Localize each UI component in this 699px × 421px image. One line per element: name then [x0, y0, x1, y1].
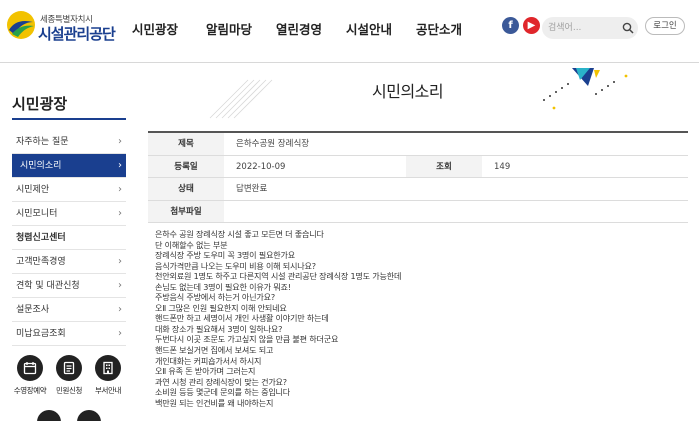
post-status: 답변완료 [236, 184, 268, 194]
date-header: 등록일 [148, 155, 224, 177]
body-line: 두번다시 이곳 조문도 가고싶지 않을 만큼 불편 하더군요 [155, 334, 339, 345]
document-icon [56, 355, 82, 381]
body-line: 대화 장소가 필요해서 3명이 일하나요? [155, 323, 283, 334]
body-line: 핸드폰만 하고 세명이서 개인 사생활 이야기만 하는데 [155, 313, 329, 324]
sidebar-item-label: 고객만족경영 [16, 257, 66, 267]
youtube-icon[interactable]: ▶ [523, 17, 540, 34]
logo-mark-icon [7, 11, 35, 39]
body-line: 오Ⅱ 그많은 인원 필요한지 이해 안되네요 [155, 302, 287, 313]
quick-link-department-guide[interactable]: 부서안내 [90, 355, 126, 396]
post-subject: 은하수공원 장례식장 [236, 139, 310, 149]
body-line: 은하수 공원 장례식장 시설 좋고 모든면 더 좋습니다 [155, 229, 324, 239]
table-row: 상태 답변완료 [148, 178, 688, 201]
sidebar-item-label: 청렴신고센터 [16, 233, 66, 243]
body-line: 과연 시청 관리 장례식장이 맞는 건가요? [155, 376, 287, 387]
attachment-header: 첨부파일 [148, 200, 224, 222]
search-icon[interactable] [622, 22, 634, 34]
body-line: 핸드폰 보실거면 집에서 보셔도 되고 [155, 345, 274, 356]
post-views: 149 [494, 161, 511, 172]
quick-link-pool-reservation[interactable]: 수영장예약 [12, 355, 48, 396]
sidebar-item-citizen-voice[interactable]: 시민의소리 › [12, 154, 126, 178]
logo-title: 시설관리공단 [38, 25, 116, 43]
body-line: 단 이해할수 없는 부분 [155, 239, 228, 250]
body-line: 백만원 되는 인건비를 왜 내야하는지 [155, 397, 274, 408]
sidebar-item-label: 미납요금조회 [16, 329, 66, 339]
sidebar-item-label: 시민모니터 [16, 209, 58, 219]
chevron-right-icon: › [118, 304, 122, 315]
body-line: 손님도 없는데 3명이 필요한 이유가 뭐죠! [155, 281, 291, 292]
subject-header: 제목 [148, 133, 224, 155]
post-attachment [224, 201, 688, 223]
map-icon[interactable] [77, 410, 101, 421]
sidebar-item-label: 자주하는 질문 [16, 137, 69, 147]
search-input[interactable] [548, 20, 618, 36]
table-row: 등록일 2022-10-09 조회 149 [148, 155, 688, 178]
table-row: 제목 은하수공원 장례식장 [148, 133, 688, 156]
quick-links-more [29, 410, 109, 421]
building-icon [95, 355, 121, 381]
quick-link-civil-request[interactable]: 민원신청 [51, 355, 87, 396]
site-header: 세종특별자치시 시설관리공단 시민광장 알림마당 열린경영 시설안내 공단소개 … [0, 0, 699, 56]
table-row: 첨부파일 [148, 200, 688, 223]
chevron-right-icon: › [118, 256, 122, 267]
chevron-right-icon: › [118, 208, 122, 219]
login-button[interactable]: 로그인 [645, 17, 685, 35]
chevron-right-icon: › [118, 328, 122, 339]
sidebar-item-tour-rental[interactable]: 견학 및 대관신청 › [12, 274, 126, 298]
quick-link-label: 부서안내 [95, 386, 121, 395]
site-logo[interactable]: 세종특별자치시 시설관리공단 [6, 10, 116, 44]
body-line: 주방음식 주방에서 하는거 아닌가요? [155, 292, 275, 303]
page-title: 시민의소리 [372, 82, 444, 101]
chevron-right-icon: › [118, 136, 122, 147]
nav-item-citizen-plaza[interactable]: 시민광장 [132, 19, 196, 38]
main-nav: 시민광장 알림마당 열린경영 시설안내 공단소개 [132, 19, 480, 38]
decorative-lines-left [209, 79, 273, 119]
quick-link-label: 수영장예약 [13, 386, 47, 395]
post-detail-table: 제목 은하수공원 장례식장 등록일 2022-10-09 조회 149 상태 답… [148, 131, 688, 223]
sidebar-item-label: 견학 및 대관신청 [16, 281, 80, 291]
nav-item-open-management[interactable]: 열린경영 [276, 19, 340, 38]
search-box [542, 17, 638, 39]
sidebar-item-citizen-monitor[interactable]: 시민모니터 › [12, 202, 126, 226]
sidebar-menu: 자주하는 질문 › 시민의소리 › 시민제안 › 시민모니터 › 청렴신고센터 … [12, 130, 126, 346]
chevron-right-icon: › [118, 160, 122, 171]
views-header: 조회 [406, 155, 482, 177]
calendar-icon [17, 355, 43, 381]
body-line: 개인대화는 커피숍가서서 하시지 [155, 355, 262, 366]
post-date: 2022-10-09 [236, 161, 286, 172]
status-header: 상태 [148, 178, 224, 200]
sidebar-item-unpaid-fees[interactable]: 미납요금조회 › [12, 322, 126, 346]
body-line: 소비원 등등 몇군데 문의를 하는 중입니다 [155, 387, 291, 398]
chevron-right-icon: › [118, 280, 122, 291]
quick-links: 수영장예약 민원신청 부서안내 [12, 355, 126, 396]
sidebar-item-faq[interactable]: 자주하는 질문 › [12, 130, 126, 154]
info-icon[interactable] [37, 410, 61, 421]
sidebar-title-underline [12, 118, 126, 120]
nav-item-notice[interactable]: 알림마당 [206, 19, 270, 38]
decorative-shapes-right [543, 68, 628, 110]
facebook-icon[interactable]: f [502, 17, 519, 34]
sidebar-item-citizen-proposal[interactable]: 시민제안 › [12, 178, 126, 202]
body-line: 오Ⅱ 유족 돈 받아가며 그러는지 [155, 366, 256, 377]
body-line: 음식가격만큼 나오는 도우미 비용 이해 되시나요? [155, 260, 316, 271]
sidebar-item-customer-satisfaction[interactable]: 고객만족경영 › [12, 250, 126, 274]
quick-link-label: 민원신청 [56, 386, 82, 395]
sidebar-title: 시민광장 [12, 95, 68, 113]
sidebar-item-label: 시민의소리 [20, 161, 62, 171]
nav-item-about[interactable]: 공단소개 [416, 19, 480, 38]
sidebar-item-integrity-report[interactable]: 청렴신고센터 [12, 226, 126, 250]
header-divider [0, 62, 699, 63]
chevron-right-icon: › [118, 184, 122, 195]
nav-item-facilities[interactable]: 시설안내 [346, 19, 410, 38]
body-line: 천안외료원 1명도 하주고 다른지역 시설 관리공단 장례식장 1명도 가능한데 [155, 271, 402, 282]
sidebar-item-survey[interactable]: 설문조사 › [12, 298, 126, 322]
sidebar-item-label: 시민제안 [16, 185, 50, 195]
sidebar-item-label: 설문조사 [16, 305, 50, 315]
post-body: 은하수 공원 장례식장 시설 좋고 모든면 더 좋습니다 단 이해할수 없는 부… [155, 229, 675, 408]
body-line: 장례식장 주방 도우미 꼭 3명이 필요한가요 [155, 250, 296, 261]
